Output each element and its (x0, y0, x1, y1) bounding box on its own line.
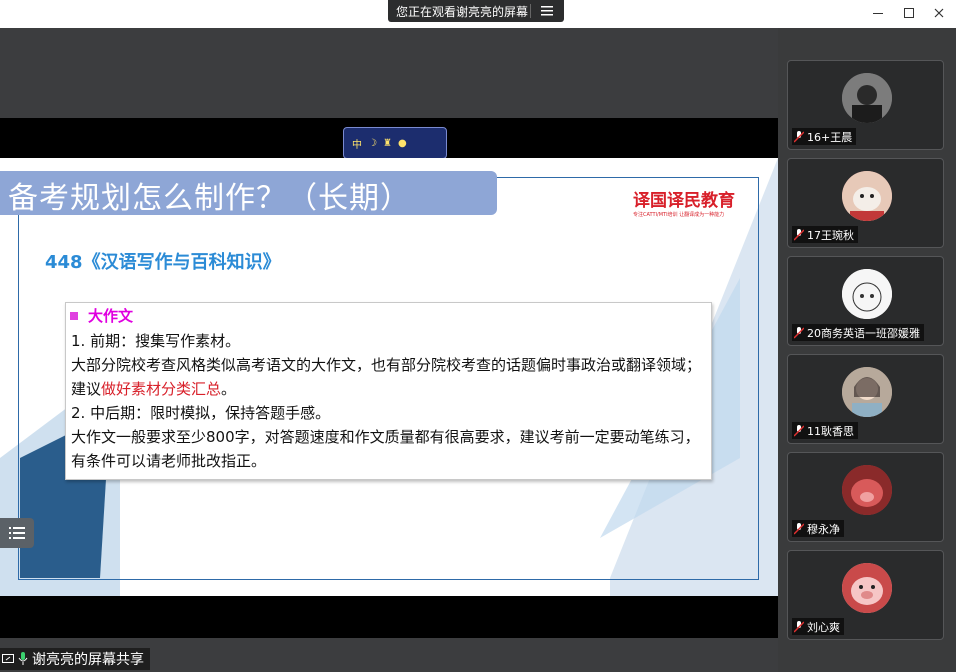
section-heading: 大作文 (70, 305, 133, 326)
logo-subtext: 专注CATTI/MTI培训 让翻译成为一种能力 (633, 212, 725, 218)
avatar (842, 563, 892, 613)
participant-name: 穆永净 (807, 522, 840, 536)
avatar (842, 171, 892, 221)
microphone-icon (18, 652, 28, 665)
presentation-toolbar[interactable]: 中 ☽ ♜ ● (343, 127, 447, 159)
participant-panel: 16+王晨 17王琬秋 20商务英语一班邵媛雅 11耿香思 穆永净 刘心爽 (778, 28, 956, 672)
participant-tile[interactable]: 穆永净 (787, 452, 944, 542)
bullet-square-icon (70, 311, 78, 320)
participant-tile[interactable]: 16+王晨 (787, 60, 944, 150)
item1-title: 1. 前期：搜集写作素材。 (71, 332, 241, 350)
participant-name-tag: 20商务英语一班邵媛雅 (792, 324, 924, 341)
item2-body: 大作文一般要求至少800字，对答题速度和作文质量都有很高要求，建议考前一定要动笔… (71, 428, 700, 470)
letterbox-bottom (0, 596, 778, 638)
mic-muted-icon (794, 228, 804, 241)
mic-muted-icon (794, 620, 804, 633)
participant-name-tag: 17王琬秋 (792, 226, 858, 243)
screen-share-label-text: 谢亮亮的屏幕共享 (32, 652, 144, 668)
maximize-icon[interactable] (900, 4, 918, 22)
mic-muted-icon (794, 522, 804, 535)
participant-name-tag: 穆永净 (792, 520, 844, 537)
item2-title: 2. 中后期：限时模拟，保持答题手感。 (71, 404, 331, 422)
presentation-slide: 备考规划怎么制作？（长期） 译国译民教育 专注CATTI/MTI培训 让翻译成为… (0, 158, 778, 596)
participant-tile[interactable]: 刘心爽 (787, 550, 944, 640)
dot-icon: ● (397, 137, 407, 149)
close-icon[interactable] (930, 4, 948, 22)
list-icon[interactable] (531, 0, 564, 22)
participant-name-tag: 11耿香思 (792, 422, 858, 439)
participant-name: 刘心爽 (807, 620, 840, 634)
screen-share-banner: 您正在观看谢亮亮的屏幕 (388, 0, 564, 22)
shared-screen-area: 中 ☽ ♜ ● 备考规划怎么制作？（长期） 译国译民教育 专注CATTI/MTI… (0, 28, 778, 672)
share-banner-text: 您正在观看谢亮亮的屏幕 (396, 4, 529, 19)
item1-body: 大部分院校考查风格类似高考语文的大作文，也有部分院校考查的话题偏时事政治或翻译领… (71, 353, 707, 401)
participant-name: 20商务英语一班邵媛雅 (807, 326, 920, 340)
participant-name: 11耿香思 (807, 424, 854, 438)
slide-menu-button[interactable] (0, 518, 34, 548)
item1-highlight: 做好素材分类汇总 (101, 380, 222, 398)
participant-tile[interactable]: 17王琬秋 (787, 158, 944, 248)
participant-name-tag: 16+王晨 (792, 128, 857, 145)
participant-name-tag: 刘心爽 (792, 618, 844, 635)
avatar (842, 367, 892, 417)
window-titlebar: 您正在观看谢亮亮的屏幕 (0, 0, 956, 28)
input-method-icon[interactable]: 中 (352, 136, 362, 151)
mic-muted-icon (794, 130, 804, 143)
avatar (842, 73, 892, 123)
logo-text: 译国译民教育 (633, 191, 735, 211)
avatar (842, 465, 892, 515)
content-box: 大作文 1. 前期：搜集写作素材。 大部分院校考查风格类似高考语文的大作文，也有… (65, 302, 712, 480)
participant-name: 16+王晨 (807, 130, 853, 144)
slide-title: 备考规划怎么制作？（长期） (8, 181, 411, 216)
item1-body-end: 。 (221, 380, 237, 398)
minimize-icon[interactable] (869, 4, 887, 22)
mic-muted-icon (794, 326, 804, 339)
moon-icon: ☽ (368, 137, 377, 149)
screen-share-label: 谢亮亮的屏幕共享 (0, 648, 150, 670)
avatar (842, 269, 892, 319)
shirt-icon: ♜ (382, 137, 392, 149)
participant-tile[interactable]: 20商务英语一班邵媛雅 (787, 256, 944, 346)
participant-name: 17王琬秋 (807, 228, 854, 242)
section-title: 大作文 (88, 307, 134, 325)
participant-tile[interactable]: 11耿香思 (787, 354, 944, 444)
subject-heading: 448《汉语写作与百科知识》 (45, 252, 281, 273)
mic-muted-icon (794, 424, 804, 437)
list-icon (9, 527, 25, 539)
share-screen-icon (2, 654, 14, 663)
company-logo: 译国译民教育 专注CATTI/MTI培训 让翻译成为一种能力 (633, 186, 755, 218)
